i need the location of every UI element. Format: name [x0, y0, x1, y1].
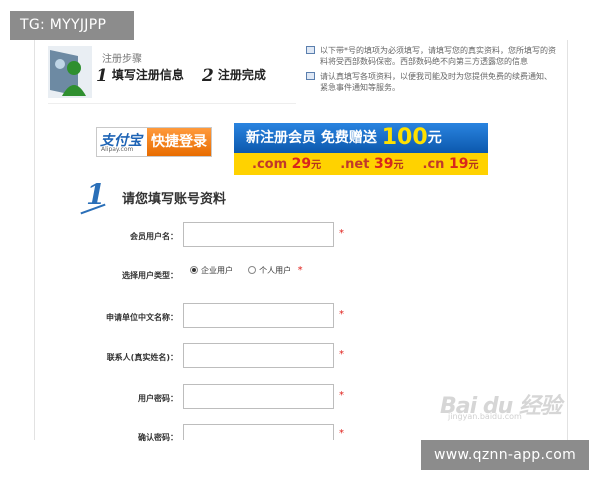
step-2-number: 2 — [202, 66, 214, 86]
required-mark: * — [339, 428, 344, 439]
promo-com-unit: 元 — [311, 160, 322, 171]
page: 注册步骤 1 填写注册信息 2 注册完成 以下带*号的填项为必须填写，请填写您的真实… — [0, 0, 600, 480]
confirm-password-input[interactable] — [183, 424, 334, 440]
instruction-text-1: 以下带*号的填项为必须填写，请填写您的真实资料，您所填写的资料将受西部数码保密。… — [320, 46, 556, 66]
section-heading: 1 请您填写账号资料 — [80, 178, 240, 215]
new-user-icon — [48, 46, 92, 98]
required-mark: * — [339, 309, 344, 320]
instruction-item: 以下带*号的填项为必须填写，请填写您的真实资料，您所填写的资料将受西部数码保密。… — [306, 45, 558, 67]
radio-personal-user[interactable] — [248, 266, 257, 274]
site-watermark-label: www.qznn-app.com — [421, 440, 589, 470]
baidu-watermark-url: jingyan.baidu.com — [448, 412, 522, 421]
step-1: 1 填写注册信息 — [96, 66, 184, 86]
instruction-text-2: 请认真填写各项资料，以便我司能及时为您提供免费的续费通知、紧急事件通知等服务。 — [320, 72, 552, 92]
promo-cn-label: .cn — [422, 157, 445, 172]
radio-personal-user-label: 个人用户 — [259, 266, 292, 275]
required-mark: * — [339, 390, 344, 401]
registration-steps: 注册步骤 1 填写注册信息 2 注册完成 — [48, 44, 296, 104]
step-1-number: 1 — [96, 66, 108, 86]
section-title: 请您填写账号资料 — [122, 192, 227, 207]
user-type-label: 选择用户类型： — [122, 271, 178, 280]
step-1-label: 填写注册信息 — [111, 68, 184, 82]
notice-icon — [306, 46, 315, 54]
password-input[interactable] — [183, 384, 334, 409]
confirm-password-label: 确认密码： — [138, 433, 178, 442]
alipay-quick-login-button[interactable]: 支付宝 Alipay.com 快捷登录 — [96, 127, 212, 157]
company-name-label: 申请单位中文名称： — [106, 313, 178, 322]
required-mark: * — [339, 228, 344, 239]
tg-watermark-label: TG: MYYJJPP — [10, 11, 134, 40]
alipay-logo: 支付宝 Alipay.com — [97, 128, 147, 156]
username-input[interactable] — [183, 222, 334, 247]
password-label: 用户密码： — [138, 394, 178, 403]
contact-name-label: 联系人(真实姓名)： — [106, 353, 178, 362]
username-label: 会员用户名： — [130, 232, 178, 241]
radio-enterprise-user[interactable] — [190, 266, 198, 274]
instructions: 以下带*号的填项为必须填写，请填写您的真实资料，您所填写的资料将受西部数码保密。… — [306, 45, 558, 97]
promo-headline: 新注册会员 免费赠送 — [246, 130, 377, 146]
promo-banner[interactable]: 新注册会员 免费赠送 100元 .com 29元 .net 39元 .cn 19… — [234, 123, 488, 175]
step-2-label: 注册完成 — [217, 68, 266, 82]
promo-cn-price: 19 — [448, 156, 469, 172]
promo-net-label: .net — [340, 157, 370, 172]
promo-prices-row: .com 29元 .net 39元 .cn 19元 — [234, 153, 488, 175]
promo-net-price: 39 — [373, 156, 394, 172]
promo-com-label: .com — [252, 157, 288, 172]
steps-title: 注册步骤 — [102, 54, 142, 65]
company-name-input[interactable] — [183, 303, 334, 328]
promo-cn-unit: 元 — [468, 160, 479, 171]
promo-com-price: 29 — [291, 156, 312, 172]
step-2: 2 注册完成 — [202, 66, 266, 86]
radio-enterprise-user-label: 企业用户 — [201, 266, 233, 275]
required-mark: * — [297, 265, 303, 276]
promo-amount-unit: 元 — [427, 130, 442, 146]
contact-name-input[interactable] — [183, 343, 334, 368]
promo-amount: 100 — [381, 125, 428, 150]
promo-net-unit: 元 — [393, 160, 404, 171]
instruction-item: 请认真填写各项资料，以便我司能及时为您提供免费的续费通知、紧急事件通知等服务。 — [306, 71, 558, 93]
required-mark: * — [339, 349, 344, 360]
user-type-radio-group: 企业用户 个人用户 * — [190, 265, 303, 276]
promo-headline-row: 新注册会员 免费赠送 100元 — [234, 123, 488, 153]
alipay-logo-url: Alipay.com — [101, 146, 134, 153]
alipay-login-label: 快捷登录 — [147, 128, 211, 156]
notice-icon — [306, 72, 315, 80]
